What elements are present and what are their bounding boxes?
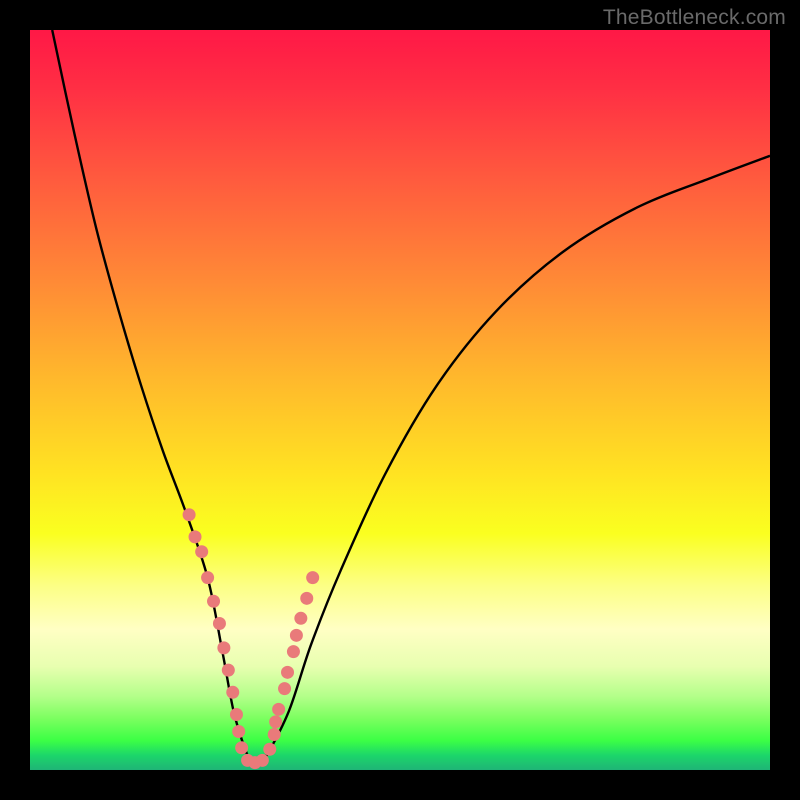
highlight-dot	[183, 508, 196, 521]
highlight-dot	[256, 754, 269, 767]
highlight-dot	[201, 571, 214, 584]
highlight-dot	[278, 682, 291, 695]
highlight-dot	[230, 708, 243, 721]
highlight-dot	[195, 545, 208, 558]
highlight-dot	[290, 629, 303, 642]
highlight-dot	[287, 645, 300, 658]
highlight-dot	[189, 530, 202, 543]
highlight-dot	[294, 612, 307, 625]
highlight-dot	[306, 571, 319, 584]
highlight-dot	[272, 703, 285, 716]
highlight-dots-group	[183, 508, 320, 769]
bottleneck-chart-svg	[30, 30, 770, 770]
highlight-dot	[226, 686, 239, 699]
bottleneck-curve-path	[52, 30, 770, 764]
highlight-dot	[269, 715, 282, 728]
highlight-dot	[263, 743, 276, 756]
highlight-dot	[235, 741, 248, 754]
highlight-dot	[268, 728, 281, 741]
watermark-text: TheBottleneck.com	[603, 6, 786, 30]
highlight-dot	[232, 725, 245, 738]
chart-plot-area	[30, 30, 770, 770]
highlight-dot	[222, 664, 235, 677]
highlight-dot	[213, 617, 226, 630]
highlight-dot	[300, 592, 313, 605]
highlight-dot	[217, 641, 230, 654]
highlight-dot	[281, 666, 294, 679]
highlight-dot	[207, 595, 220, 608]
